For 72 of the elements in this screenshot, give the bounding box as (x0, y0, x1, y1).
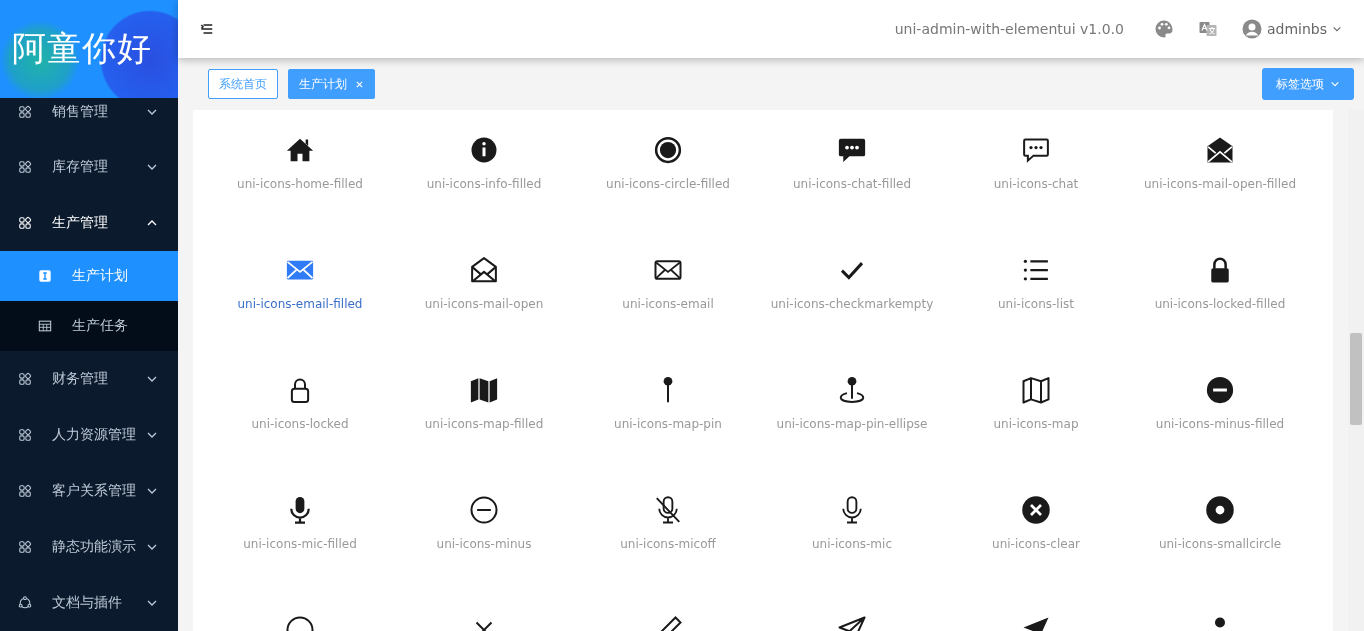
menu-icon[interactable] (200, 22, 214, 36)
icon-tile[interactable]: uni-icons-mic (760, 495, 944, 615)
record-icon (653, 135, 683, 165)
chevron-down-icon (1332, 24, 1342, 34)
sidebar-item[interactable]: 库存管理 (0, 139, 178, 195)
icon-tile[interactable]: uni-icons-chat (944, 135, 1128, 255)
map-icon (1021, 375, 1051, 405)
minus-circle-icon (1205, 375, 1235, 405)
icon-tile[interactable]: uni-icons-map-filled (392, 375, 576, 495)
scrollbar[interactable] (1348, 110, 1364, 631)
avatar-icon (1241, 19, 1262, 39)
icon-tile[interactable]: uni-icons-map-pin (576, 375, 760, 495)
close-icon[interactable] (355, 79, 364, 89)
icon-tile[interactable]: uni-icons-circle-filled (576, 135, 760, 255)
sidebar-item[interactable]: 销售管理 (0, 98, 178, 139)
sidebar-item[interactable]: 文档与插件 (0, 575, 178, 631)
icon-tile[interactable]: uni-icons-email (576, 255, 760, 375)
tag-options-button[interactable]: 标签选项 (1262, 68, 1354, 100)
chevron-down-icon (1330, 79, 1340, 89)
info-square-icon (38, 269, 52, 283)
grid-icon (18, 216, 32, 230)
clear-icon (1021, 495, 1051, 525)
grid-icon (18, 540, 32, 554)
scrollbar-thumb[interactable] (1350, 333, 1362, 425)
grid-icon (18, 160, 32, 174)
sidebar-item[interactable]: 静态功能演示 (0, 519, 178, 575)
icon-tile[interactable]: uni-icons-info-filled (392, 135, 576, 255)
translate-icon[interactable] (1197, 19, 1218, 39)
icon-tile[interactable]: uni-icons-map-pin-ellipse (760, 375, 944, 495)
icon-tile[interactable]: uni-icons-email-filled (208, 255, 392, 375)
open-envelope-icon (469, 255, 499, 285)
info-icon (469, 135, 499, 165)
map-icon (469, 375, 499, 405)
icon-tile[interactable]: uni-icons-mic-filled (208, 495, 392, 615)
map-pin-icon (837, 375, 867, 405)
icon-tile[interactable]: uni-icons-mail-open (392, 255, 576, 375)
minus-circle-icon (469, 495, 499, 525)
palette-icon[interactable] (1153, 19, 1174, 39)
icon-tile[interactable]: uni-icons-locked-filled (1128, 255, 1312, 375)
icon-tile[interactable]: uni-icons-minus-filled (1128, 375, 1312, 495)
logo-text: 阿童你好 (12, 27, 152, 70)
icon-tile[interactable]: uni-icons-micoff (576, 495, 760, 615)
sidebar-item[interactable]: 财务管理 (0, 351, 178, 407)
sidebar-item[interactable]: 人力资源管理 (0, 407, 178, 463)
grid-icon (18, 105, 32, 119)
share-icon (18, 596, 32, 610)
icon-tile[interactable]: uni-icons-mail-open-filled (1128, 135, 1312, 255)
app-title: uni-admin-with-elementui v1.0.0 (894, 21, 1124, 37)
page-tab[interactable]: 系统首页 (208, 69, 278, 99)
icon-tile[interactable]: uni-icons-minus (392, 495, 576, 615)
table-icon (38, 319, 52, 333)
icon-tile[interactable]: uni-icons-clear (944, 495, 1128, 615)
sidebar-subitem[interactable]: 生产任务 (0, 301, 178, 351)
icon-tile[interactable]: uni-icons-smallcircle (1128, 495, 1312, 615)
open-envelope-icon (1205, 135, 1235, 165)
icon-tile[interactable]: uni-icons-home-filled (208, 135, 392, 255)
page-tab[interactable]: 生产计划 (288, 69, 375, 99)
grid-icon (18, 428, 32, 442)
icon-tile[interactable]: uni-icons-locked (208, 375, 392, 495)
user-menu[interactable]: adminbs (1241, 19, 1342, 39)
grid-icon (18, 372, 32, 386)
icon-tile[interactable]: uni-icons-checkmarkempty (760, 255, 944, 375)
icon-tile[interactable]: uni-icons-chat-filled (760, 135, 944, 255)
chat-icon (1021, 135, 1051, 165)
sidebar-item[interactable]: 生产管理 (0, 195, 178, 251)
microphone-off-icon (653, 495, 683, 525)
sidebar-subitem[interactable]: 生产计划 (0, 251, 178, 301)
icon-tile[interactable]: uni-icons-map (944, 375, 1128, 495)
grid-icon (18, 484, 32, 498)
icon-tile[interactable]: uni-icons-list (944, 255, 1128, 375)
small-circle-icon (1205, 495, 1235, 525)
sidebar-item[interactable]: 客户关系管理 (0, 463, 178, 519)
